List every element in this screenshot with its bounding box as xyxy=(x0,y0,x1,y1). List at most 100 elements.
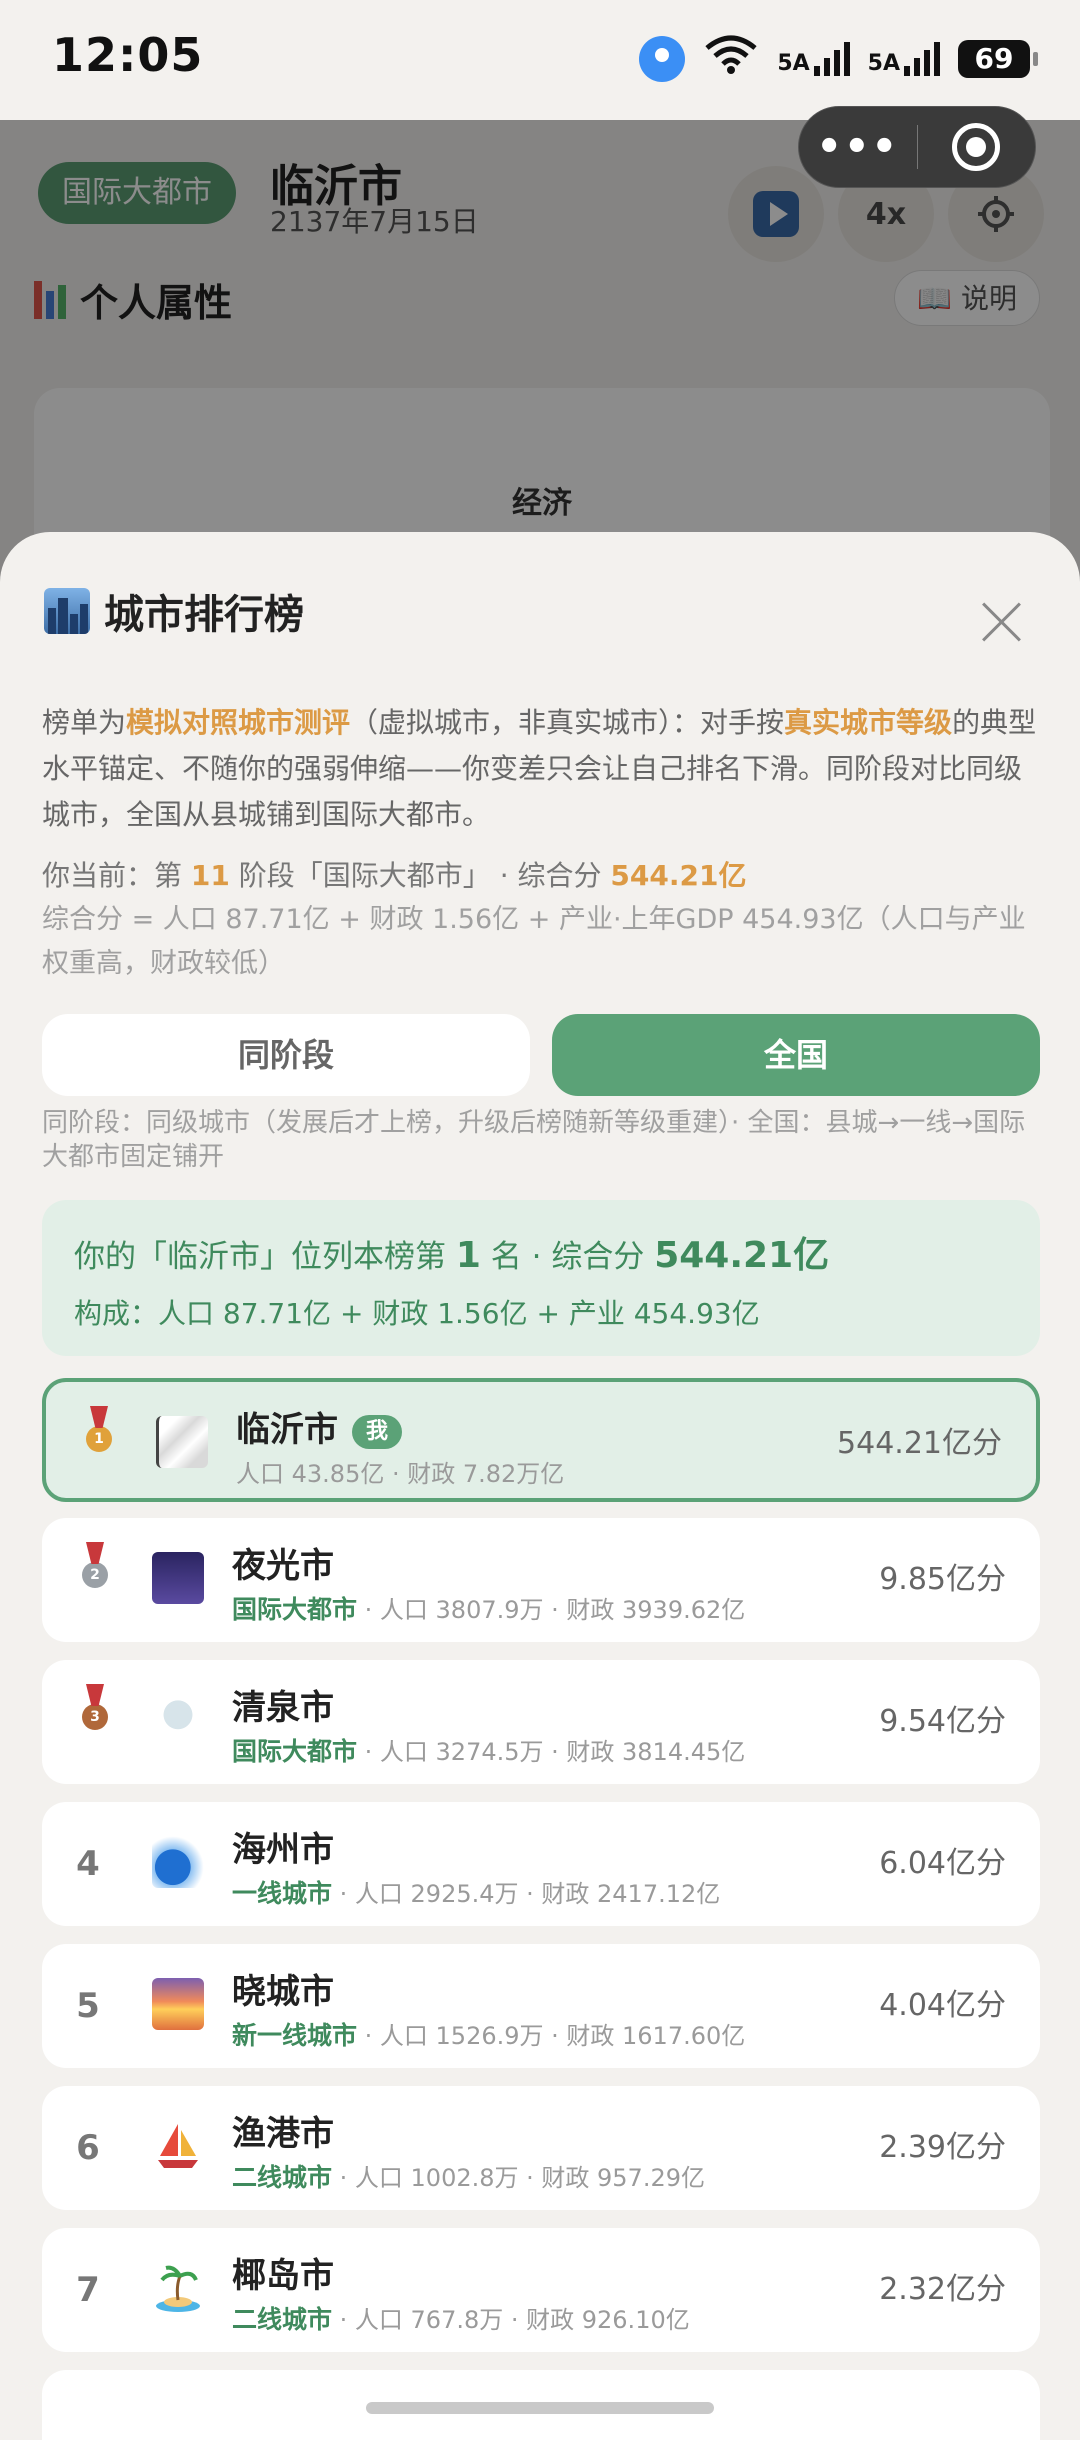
score-formula: 综合分 = 人口 87.71亿 + 财政 1.56亿 + 产业·上年GDP 45… xyxy=(42,904,1026,979)
city-tier: 二线城市 xyxy=(232,2305,333,2334)
city-name: 渔港市 xyxy=(232,2114,334,2154)
city-stats: 国际大都市 · 人口 3807.9万 · 财政 3939.62亿 xyxy=(232,1590,745,1626)
desc-text-1: 榜单为 xyxy=(42,706,127,739)
summary-line-2: 构成：人口 87.71亿 + 财政 1.56亿 + 产业 454.93亿 xyxy=(74,1297,760,1330)
city-score: 9.54亿分 xyxy=(879,1704,1006,1739)
city-score: 6.04亿分 xyxy=(879,1846,1006,1881)
city-stats: 人口 43.85亿 · 财政 7.82万亿 xyxy=(236,1460,565,1488)
miniprogram-capsule: ••• xyxy=(798,106,1036,188)
rank-number: 5 xyxy=(76,1986,100,2026)
ranking-sheet: 城市排行榜 榜单为模拟对照城市测评（虚拟城市，非真实城市）：对手按真实城市等级的… xyxy=(0,532,1080,2440)
silver-medal-icon: 2 xyxy=(82,1562,108,1588)
desc-highlight-2: 真实城市等级 xyxy=(784,706,953,739)
tab-national[interactable]: 全国 xyxy=(552,1014,1040,1096)
city-stats-text: · 人口 1526.9万 · 财政 1617.60亿 xyxy=(357,2022,746,2050)
fountain-icon xyxy=(152,1694,204,1746)
city-flag-icon xyxy=(156,1416,208,1468)
summary-prefix: 你的「临沂市」位列本榜第 xyxy=(74,1239,446,1275)
signal-1-icon: 5A xyxy=(777,41,850,76)
ranking-row[interactable]: 5 晓城市 新一线城市 · 人口 1526.9万 · 财政 1617.60亿 4… xyxy=(42,1944,1040,2068)
exit-miniprogram-button[interactable] xyxy=(918,123,1036,171)
city-name-label: 临沂市 xyxy=(236,1410,338,1450)
ranking-row[interactable]: 6 渔港市 二线城市 · 人口 1002.8万 · 财政 957.29亿 2.3… xyxy=(42,2086,1040,2210)
sailboat-icon xyxy=(152,2120,204,2172)
city-name: 临沂市我 xyxy=(236,1402,403,1451)
city-stats: 二线城市 · 人口 767.8万 · 财政 926.10亿 xyxy=(232,2300,690,2336)
rank-number: 4 xyxy=(76,1844,100,1884)
signal-2-label: 5A xyxy=(867,50,900,76)
target-icon xyxy=(952,123,1001,171)
summary-score: 544.21亿 xyxy=(654,1235,830,1276)
rank-number: 3 xyxy=(90,1709,100,1725)
battery-icon: 69 xyxy=(958,39,1038,78)
wifi-icon xyxy=(703,34,759,83)
city-tier: 二线城市 xyxy=(232,2163,333,2192)
city-stats: 一线城市 · 人口 2925.4万 · 财政 2417.12亿 xyxy=(232,1874,720,1910)
desc-highlight-1: 模拟对照城市测评 xyxy=(126,706,351,739)
status-icons: 5A 5A 69 xyxy=(639,34,1038,83)
island-icon xyxy=(152,2262,204,2314)
me-badge: 我 xyxy=(352,1414,403,1449)
city-stats: 国际大都市 · 人口 3274.5万 · 财政 3814.45亿 xyxy=(232,1732,745,1768)
current-stage-line: 你当前：第 11 阶段「国际大都市」 · 综合分 544.21亿 xyxy=(42,854,746,894)
more-menu-button[interactable]: ••• xyxy=(799,124,917,170)
gold-medal-icon: 1 xyxy=(86,1426,112,1452)
current-score: 544.21亿 xyxy=(610,859,747,892)
summary-mid: 名 · 综合分 xyxy=(490,1239,645,1275)
rank-number: 2 xyxy=(90,1567,100,1583)
ranking-row[interactable]: 2 夜光市 国际大都市 · 人口 3807.9万 · 财政 3939.62亿 9… xyxy=(42,1518,1040,1642)
sheet-title: 城市排行榜 xyxy=(44,582,304,640)
city-stats-text: · 人口 1002.8万 · 财政 957.29亿 xyxy=(332,2164,705,2192)
city-tier: 国际大都市 xyxy=(232,1595,358,1624)
city-stats-text: · 人口 767.8万 · 财政 926.10亿 xyxy=(332,2306,690,2334)
rank-number: 6 xyxy=(76,2128,100,2168)
rank-number: 1 xyxy=(94,1431,104,1447)
ranking-row[interactable]: 7 椰岛市 二线城市 · 人口 767.8万 · 财政 926.10亿 2.32… xyxy=(42,2228,1040,2352)
city-stats-text: · 人口 3274.5万 · 财政 3814.45亿 xyxy=(357,1738,746,1766)
city-tier: 新一线城市 xyxy=(232,2021,358,2050)
ranking-row-me[interactable]: 1 临沂市我 人口 43.85亿 · 财政 7.82万亿 544.21亿分 xyxy=(42,1378,1040,1502)
ranking-description: 榜单为模拟对照城市测评（虚拟城市，非真实城市）：对手按真实城市等级的典型水平锚定… xyxy=(42,700,1042,838)
city-stats: 二线城市 · 人口 1002.8万 · 财政 957.29亿 xyxy=(232,2158,705,2194)
current-mid: 阶段「国际大都市」 · 综合分 xyxy=(238,859,602,892)
bronze-medal-icon: 3 xyxy=(82,1704,108,1730)
current-prefix: 你当前：第 xyxy=(42,859,183,892)
city-stats: 新一线城市 · 人口 1526.9万 · 财政 1617.60亿 xyxy=(232,2016,745,2052)
city-stats-text: · 人口 2925.4万 · 财政 2417.12亿 xyxy=(332,1880,721,1908)
sunrise-icon xyxy=(152,1978,204,2030)
city-name: 夜光市 xyxy=(232,1546,334,1586)
my-rank-summary: 你的「临沂市」位列本榜第 1 名 · 综合分 544.21亿 构成：人口 87.… xyxy=(42,1200,1040,1356)
current-stage: 11 xyxy=(190,859,230,892)
city-score: 2.39亿分 xyxy=(879,2130,1006,2165)
rank-number: 7 xyxy=(76,2270,100,2310)
city-name: 海州市 xyxy=(232,1830,334,1870)
city-tier: 一线城市 xyxy=(232,1879,333,1908)
clock: 12:05 xyxy=(52,28,204,82)
status-bar: 12:05 5A 5A 69 xyxy=(0,0,1080,120)
city-score: 2.32亿分 xyxy=(879,2272,1006,2307)
wave-icon xyxy=(152,1836,204,1888)
close-button[interactable] xyxy=(980,600,1024,644)
ranking-row[interactable]: 4 海州市 一线城市 · 人口 2925.4万 · 财政 2417.12亿 6.… xyxy=(42,1802,1040,1926)
tab-note: 同阶段：同级城市（发展后才上榜，升级后榜随新等级重建）· 全国：县城→一线→国际… xyxy=(42,1108,1026,1172)
city-score: 544.21亿分 xyxy=(837,1426,1002,1461)
ranking-row[interactable]: 3 清泉市 国际大都市 · 人口 3274.5万 · 财政 3814.45亿 9… xyxy=(42,1660,1040,1784)
signal-1-label: 5A xyxy=(777,50,810,76)
city-name: 晓城市 xyxy=(232,1972,334,2012)
desc-text-2: （虚拟城市，非真实城市）：对手按 xyxy=(350,706,785,739)
cityscape-icon xyxy=(44,588,90,634)
city-tier: 国际大都市 xyxy=(232,1737,358,1766)
city-name: 椰岛市 xyxy=(232,2256,334,2296)
signal-2-icon: 5A xyxy=(867,41,940,76)
summary-rank: 1 xyxy=(455,1235,481,1276)
city-score: 9.85亿分 xyxy=(879,1562,1006,1597)
summary-line-1: 你的「临沂市」位列本榜第 1 名 · 综合分 544.21亿 xyxy=(74,1226,829,1278)
city-score: 4.04亿分 xyxy=(879,1988,1006,2023)
city-stats-text: · 人口 3807.9万 · 财政 3939.62亿 xyxy=(357,1596,746,1624)
night-city-icon xyxy=(152,1552,204,1604)
home-indicator[interactable] xyxy=(366,2402,714,2414)
location-icon xyxy=(639,35,686,82)
city-name: 清泉市 xyxy=(232,1688,334,1728)
tab-same-stage[interactable]: 同阶段 xyxy=(42,1014,530,1096)
sheet-title-label: 城市排行榜 xyxy=(104,592,304,638)
